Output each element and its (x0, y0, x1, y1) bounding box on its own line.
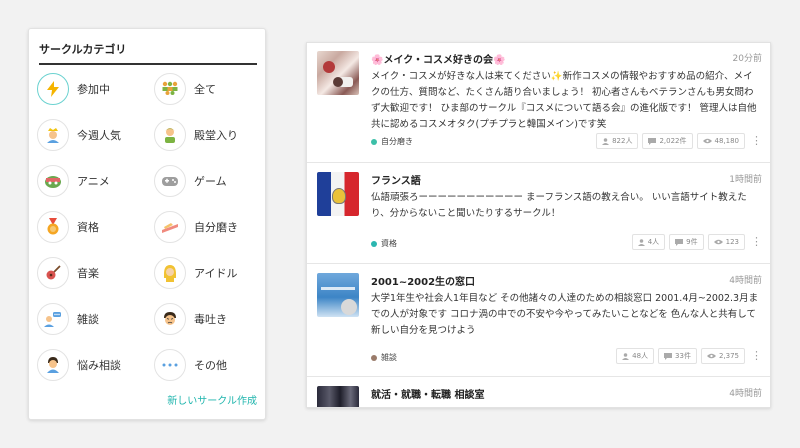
category-label: アニメ (77, 175, 110, 188)
anime-icon (37, 165, 69, 197)
circle-card[interactable]: フランス語 1時間前 仏語頑張ろーーーーーーーーーーー まーフランス語の教え合い… (307, 164, 770, 264)
category-panel-title: サークルカテゴリ (39, 41, 257, 65)
tag-dot (371, 354, 377, 361)
circle-updated-time: 4時間前 (729, 389, 762, 399)
category-tag[interactable]: 雑談 (371, 352, 397, 363)
category-panel: サークルカテゴリ 参加中 全て 今週人気 殿堂入り アニメ ゲーム 資格 自分磨… (28, 28, 266, 420)
category-label: 今週人気 (77, 129, 121, 142)
tag-dot (371, 240, 377, 247)
category-label: 資格 (77, 221, 99, 234)
category-label: 全て (194, 83, 216, 96)
eye-icon (713, 239, 723, 245)
popular-person-icon (37, 119, 69, 151)
view-count: 2,375 (700, 348, 745, 364)
tag-label: 雑談 (381, 353, 397, 362)
circle-stats: 4人 9件 123 ⋮ (628, 234, 762, 250)
tag-label: 自分磨き (381, 137, 413, 146)
category-weekly-popular[interactable]: 今週人気 (37, 117, 154, 153)
more-options-icon[interactable]: ⋮ (751, 135, 762, 146)
circle-description: 大学1年生や社会人1年目など その他諸々の人達のための相談窓口 2001.4月~… (371, 293, 759, 336)
category-label: その他 (194, 359, 227, 372)
category-label: 自分磨き (194, 221, 238, 234)
circle-updated-time: 1時間前 (729, 175, 762, 185)
tag-label: 資格 (381, 239, 397, 248)
grumpy-face-icon (154, 303, 186, 335)
circle-description: 仏語頑張ろーーーーーーーーーーー まーフランス語の教え合い。 いい言語サイト教え… (371, 192, 747, 219)
category-all[interactable]: 全て (154, 71, 259, 107)
eye-icon (702, 138, 712, 144)
circle-title: 🌸メイク・コスメ好きの会🌸 (371, 55, 506, 66)
category-tag[interactable]: 自分磨き (371, 136, 413, 147)
circle-updated-time: 20分前 (732, 54, 762, 64)
create-circle-link[interactable]: 新しいサークル作成 (167, 392, 257, 407)
category-label: アイドル (194, 267, 238, 280)
category-chat[interactable]: 雑談 (37, 301, 154, 337)
circle-thumbnail-cosmetics (317, 51, 359, 95)
guitar-icon (37, 257, 69, 289)
person-icon (637, 238, 645, 246)
more-dots-icon (154, 349, 186, 381)
lightning-icon (37, 73, 69, 105)
category-grid: 参加中 全て 今週人気 殿堂入り アニメ ゲーム 資格 自分磨き 音楽 アイドル… (37, 71, 259, 383)
category-label: 雑談 (77, 313, 99, 326)
category-label: 音楽 (77, 267, 99, 280)
circle-title: 就活・就職・転職 相談室 (371, 390, 485, 401)
post-count: 2,022件 (642, 133, 693, 149)
self-improvement-icon (154, 211, 186, 243)
person-icon (602, 137, 610, 145)
post-count: 9件 (669, 234, 704, 250)
category-self-improvement[interactable]: 自分磨き (154, 209, 259, 245)
category-label: 殿堂入り (194, 129, 238, 142)
chat-people-icon (37, 303, 69, 335)
circle-description: メイク・コスメが好きな人は来てください✨新作コスメの情報やおすすめ品の紹介、メイ… (371, 71, 757, 130)
category-hall-of-fame[interactable]: 殿堂入り (154, 117, 259, 153)
category-consultation[interactable]: 悩み相談 (37, 347, 154, 383)
hall-of-fame-icon (154, 119, 186, 151)
circle-updated-time: 4時間前 (729, 276, 762, 286)
circle-title: 2001~2002生の窓口 (371, 277, 476, 288)
circle-list: 🌸メイク・コスメ好きの会🌸 20分前 メイク・コスメが好きな人は来てください✨新… (306, 42, 771, 408)
member-count: 48人 (616, 348, 655, 364)
people-group-icon (154, 73, 186, 105)
game-controller-icon (154, 165, 186, 197)
member-count: 822人 (596, 133, 639, 149)
medal-icon (37, 211, 69, 243)
category-anime[interactable]: アニメ (37, 163, 154, 199)
category-label: ゲーム (194, 175, 227, 188)
circle-thumbnail-window (317, 273, 359, 317)
circle-card[interactable]: 🌸メイク・コスメ好きの会🌸 20分前 メイク・コスメが好きな人は来てください✨新… (307, 43, 770, 163)
category-joined[interactable]: 参加中 (37, 71, 154, 107)
circle-title: フランス語 (371, 176, 421, 187)
tag-dot (371, 138, 377, 145)
view-count: 123 (707, 234, 745, 250)
worried-person-icon (37, 349, 69, 381)
category-music[interactable]: 音楽 (37, 255, 154, 291)
circle-card[interactable]: 就活・就職・転職 相談室 4時間前 (307, 378, 770, 407)
category-other[interactable]: その他 (154, 347, 259, 383)
circle-stats: 822人 2,022件 48,180 ⋮ (592, 133, 762, 149)
comment-icon (675, 238, 684, 246)
category-label: 毒吐き (194, 313, 227, 326)
post-count: 33件 (658, 348, 697, 364)
circle-thumbnail-french (317, 172, 359, 216)
category-tag[interactable]: 資格 (371, 238, 397, 249)
idol-icon (154, 257, 186, 289)
category-label: 悩み相談 (77, 359, 121, 372)
comment-icon (648, 137, 657, 145)
category-qualification[interactable]: 資格 (37, 209, 154, 245)
comment-icon (664, 352, 673, 360)
more-options-icon[interactable]: ⋮ (751, 350, 762, 361)
eye-icon (706, 353, 716, 359)
category-venting[interactable]: 毒吐き (154, 301, 259, 337)
person-icon (622, 352, 630, 360)
category-label: 参加中 (77, 83, 110, 96)
circle-stats: 48人 33件 2,375 ⋮ (612, 348, 762, 364)
circle-card[interactable]: 2001~2002生の窓口 4時間前 大学1年生や社会人1年目など その他諸々の… (307, 265, 770, 377)
circle-thumbnail-job (317, 386, 359, 407)
member-count: 4人 (631, 234, 666, 250)
category-idol[interactable]: アイドル (154, 255, 259, 291)
view-count: 48,180 (696, 133, 745, 149)
more-options-icon[interactable]: ⋮ (751, 236, 762, 247)
category-game[interactable]: ゲーム (154, 163, 259, 199)
